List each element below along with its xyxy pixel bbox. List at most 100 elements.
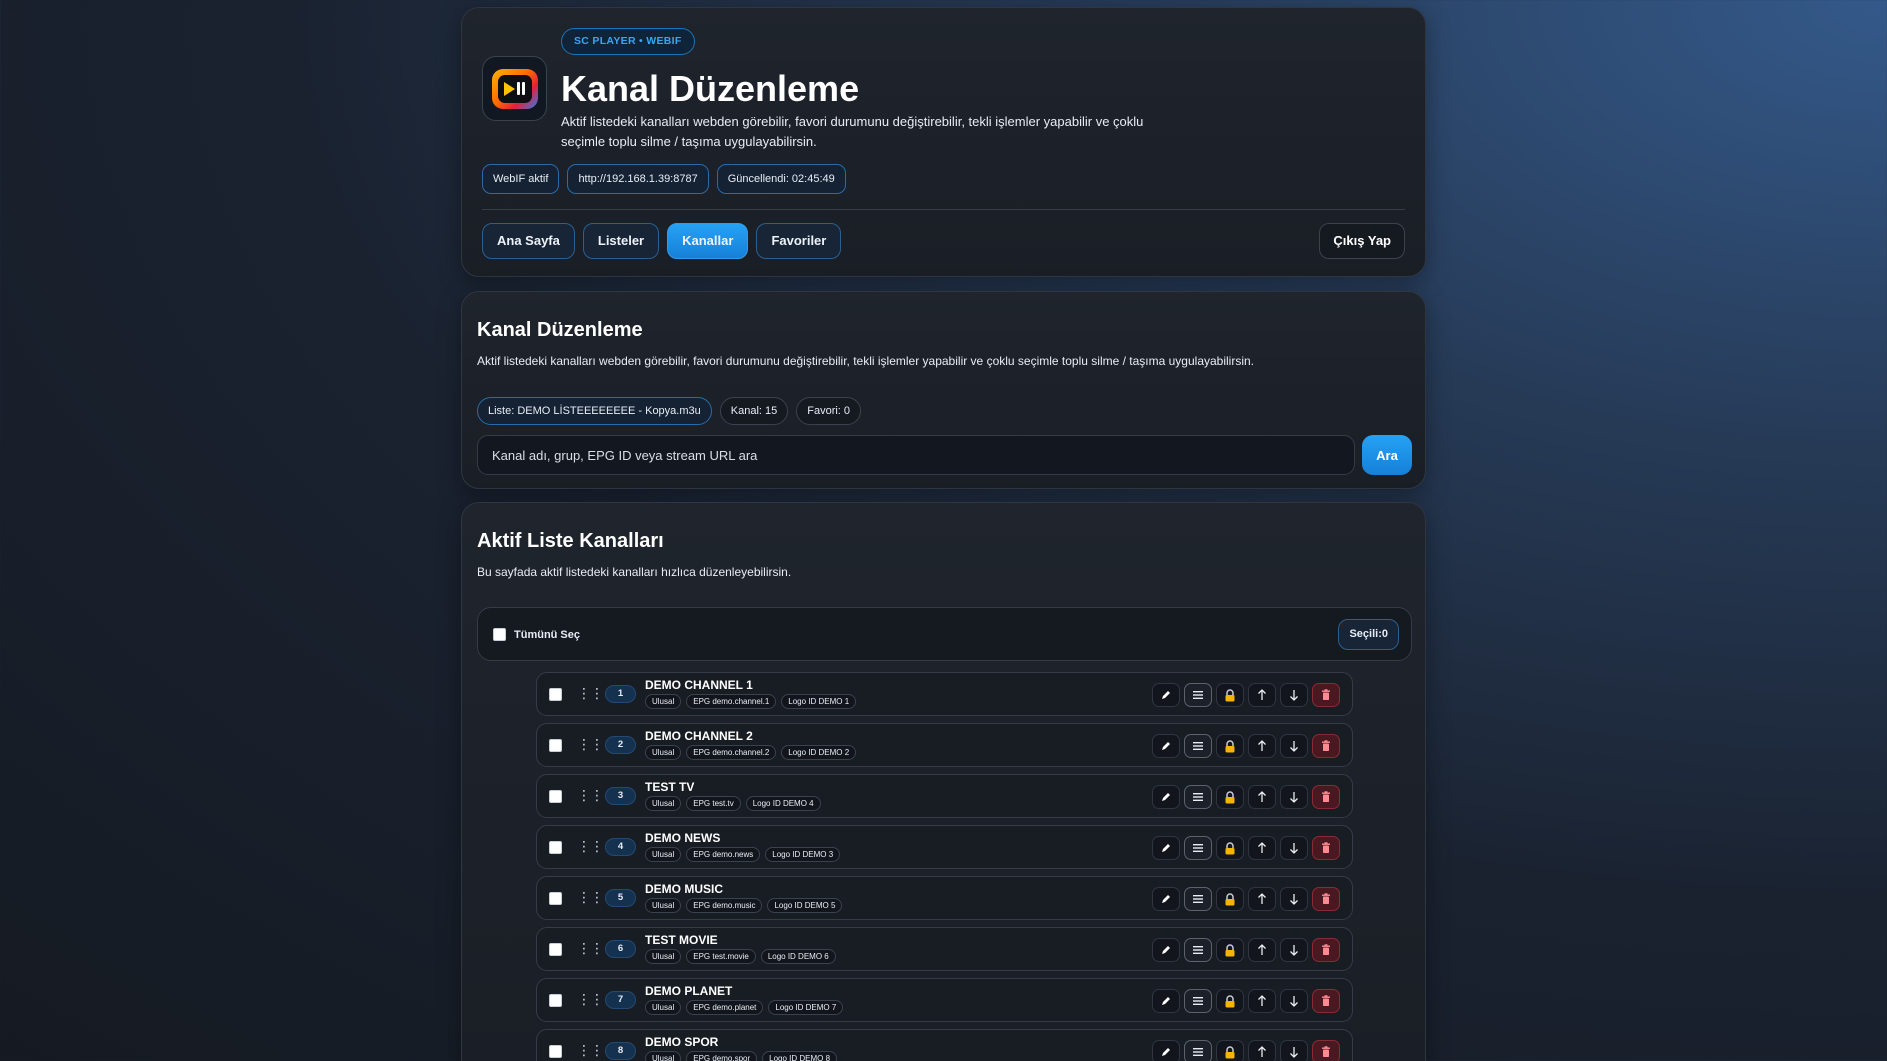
row-actions <box>1152 785 1340 809</box>
menu-icon[interactable] <box>1184 1040 1212 1061</box>
nav-channels-button[interactable]: Kanallar <box>667 223 749 259</box>
channel-checkbox[interactable] <box>549 943 562 956</box>
channel-checkbox[interactable] <box>549 739 562 752</box>
drag-handle-icon[interactable]: ⋮⋮ <box>577 838 604 855</box>
channel-checkbox[interactable] <box>549 892 562 905</box>
menu-icon[interactable] <box>1184 938 1212 962</box>
channel-checkbox[interactable] <box>549 790 562 803</box>
edit-icon[interactable] <box>1152 989 1180 1013</box>
channel-logo-tag: Logo ID DEMO 4 <box>745 796 821 811</box>
page-container: SC PLAYER • WEBIF Kanal Düzenleme Aktif … <box>461 7 1426 1061</box>
edit-icon[interactable] <box>1152 887 1180 911</box>
list-section-title: Aktif Liste Kanalları <box>477 530 664 552</box>
channel-row[interactable]: ⋮⋮ 2 DEMO CHANNEL 2 Ulusal EPG demo.chan… <box>536 723 1353 767</box>
lock-icon[interactable] <box>1216 887 1244 911</box>
lock-icon[interactable] <box>1216 836 1244 860</box>
row-actions <box>1152 836 1340 860</box>
channel-epg-tag: EPG demo.news <box>686 847 761 862</box>
channel-checkbox[interactable] <box>549 1045 562 1058</box>
row-actions <box>1152 1040 1340 1061</box>
channel-name: DEMO PLANET <box>645 984 733 998</box>
arrow-up-icon[interactable] <box>1248 785 1276 809</box>
arrow-up-icon[interactable] <box>1248 989 1276 1013</box>
edit-icon[interactable] <box>1152 785 1180 809</box>
arrow-down-icon[interactable] <box>1280 785 1308 809</box>
lock-icon[interactable] <box>1216 989 1244 1013</box>
nav-lists-button[interactable]: Listeler <box>582 223 660 259</box>
select-all-checkbox[interactable] <box>493 628 506 641</box>
status-chips: WebIF aktif http://192.168.1.39:8787 Gün… <box>482 164 846 194</box>
lock-icon[interactable] <box>1216 938 1244 962</box>
lock-icon[interactable] <box>1216 785 1244 809</box>
trash-icon[interactable] <box>1312 887 1340 911</box>
channel-row[interactable]: ⋮⋮ 6 TEST MOVIE Ulusal EPG test.movie Lo… <box>536 927 1353 971</box>
edit-icon[interactable] <box>1152 938 1180 962</box>
channel-logo-tag: Logo ID DEMO 6 <box>760 949 836 964</box>
channel-search-input[interactable] <box>477 435 1355 475</box>
channel-row[interactable]: ⋮⋮ 1 DEMO CHANNEL 1 Ulusal EPG demo.chan… <box>536 672 1353 716</box>
drag-handle-icon[interactable]: ⋮⋮ <box>577 991 604 1008</box>
menu-icon[interactable] <box>1184 683 1212 707</box>
edit-icon[interactable] <box>1152 836 1180 860</box>
edit-icon[interactable] <box>1152 683 1180 707</box>
select-all-control[interactable]: Tümünü Seç <box>493 628 580 641</box>
nav-favorites-button[interactable]: Favoriler <box>756 223 842 259</box>
channel-checkbox[interactable] <box>549 994 562 1007</box>
trash-icon[interactable] <box>1312 1040 1340 1061</box>
row-actions <box>1152 938 1340 962</box>
channel-row[interactable]: ⋮⋮ 5 DEMO MUSIC Ulusal EPG demo.music Lo… <box>536 876 1353 920</box>
arrow-up-icon[interactable] <box>1248 734 1276 758</box>
active-list-badge: Liste: DEMO LİSTEEEEEEEE - Kopya.m3u <box>477 397 712 425</box>
channel-row[interactable]: ⋮⋮ 3 TEST TV Ulusal EPG test.tv Logo ID … <box>536 774 1353 818</box>
trash-icon[interactable] <box>1312 683 1340 707</box>
arrow-up-icon[interactable] <box>1248 887 1276 911</box>
drag-handle-icon[interactable]: ⋮⋮ <box>577 685 604 702</box>
arrow-down-icon[interactable] <box>1280 1040 1308 1061</box>
arrow-up-icon[interactable] <box>1248 683 1276 707</box>
arrow-down-icon[interactable] <box>1280 734 1308 758</box>
drag-handle-icon[interactable]: ⋮⋮ <box>577 787 604 804</box>
arrow-up-icon[interactable] <box>1248 938 1276 962</box>
channel-name: TEST MOVIE <box>645 933 718 947</box>
channel-tags: Ulusal EPG demo.spor Logo ID DEMO 8 <box>645 1051 838 1061</box>
channel-list-card: Aktif Liste Kanalları Bu sayfada aktif l… <box>461 502 1426 1061</box>
menu-icon[interactable] <box>1184 989 1212 1013</box>
arrow-down-icon[interactable] <box>1280 683 1308 707</box>
menu-icon[interactable] <box>1184 836 1212 860</box>
trash-icon[interactable] <box>1312 785 1340 809</box>
logout-button[interactable]: Çıkış Yap <box>1319 223 1405 259</box>
drag-handle-icon[interactable]: ⋮⋮ <box>577 1042 604 1059</box>
nav-home-button[interactable]: Ana Sayfa <box>482 223 575 259</box>
channel-tags: Ulusal EPG demo.channel.1 Logo ID DEMO 1 <box>645 694 857 709</box>
arrow-down-icon[interactable] <box>1280 887 1308 911</box>
channel-edit-card: Kanal Düzenleme Aktif listedeki kanallar… <box>461 291 1426 489</box>
arrow-up-icon[interactable] <box>1248 836 1276 860</box>
drag-handle-icon[interactable]: ⋮⋮ <box>577 889 604 906</box>
edit-icon[interactable] <box>1152 734 1180 758</box>
menu-icon[interactable] <box>1184 887 1212 911</box>
drag-handle-icon[interactable]: ⋮⋮ <box>577 736 604 753</box>
menu-icon[interactable] <box>1184 734 1212 758</box>
arrow-down-icon[interactable] <box>1280 836 1308 860</box>
trash-icon[interactable] <box>1312 989 1340 1013</box>
arrow-down-icon[interactable] <box>1280 989 1308 1013</box>
lock-icon[interactable] <box>1216 683 1244 707</box>
channel-row[interactable]: ⋮⋮ 8 DEMO SPOR Ulusal EPG demo.spor Logo… <box>536 1029 1353 1061</box>
channel-number: 5 <box>605 889 636 907</box>
drag-handle-icon[interactable]: ⋮⋮ <box>577 940 604 957</box>
trash-icon[interactable] <box>1312 836 1340 860</box>
lock-icon[interactable] <box>1216 734 1244 758</box>
menu-icon[interactable] <box>1184 785 1212 809</box>
trash-icon[interactable] <box>1312 734 1340 758</box>
channel-checkbox[interactable] <box>549 841 562 854</box>
lock-icon[interactable] <box>1216 1040 1244 1061</box>
arrow-down-icon[interactable] <box>1280 938 1308 962</box>
channel-row[interactable]: ⋮⋮ 4 DEMO NEWS Ulusal EPG demo.news Logo… <box>536 825 1353 869</box>
trash-icon[interactable] <box>1312 938 1340 962</box>
search-button[interactable]: Ara <box>1362 435 1412 475</box>
channel-row[interactable]: ⋮⋮ 7 DEMO PLANET Ulusal EPG demo.planet … <box>536 978 1353 1022</box>
arrow-up-icon[interactable] <box>1248 1040 1276 1061</box>
edit-icon[interactable] <box>1152 1040 1180 1061</box>
channel-checkbox[interactable] <box>549 688 562 701</box>
channel-group-tag: Ulusal <box>645 796 682 811</box>
